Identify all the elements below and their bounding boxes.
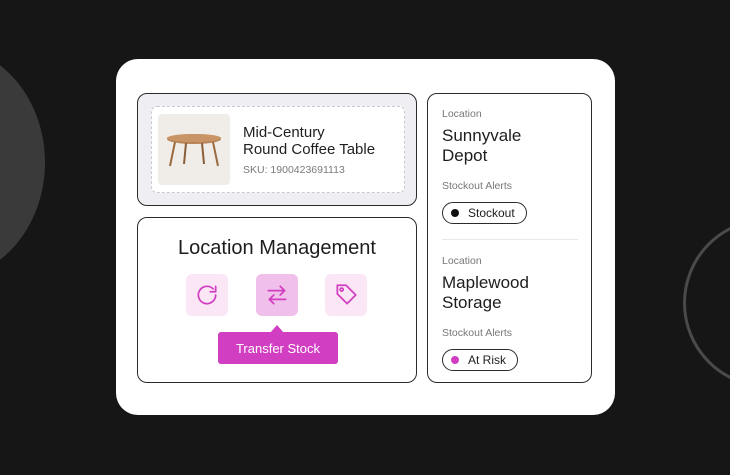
stockout-alerts-label: Stockout Alerts <box>442 327 513 339</box>
background-ring-right <box>683 218 730 388</box>
location-label: Location <box>442 108 482 120</box>
locations-panel: Location Sunnyvale Depot Stockout Alerts… <box>427 93 592 383</box>
location-management-panel: Location Management Transfer Stock <box>137 217 417 383</box>
product-panel[interactable]: Mid-Century Round Coffee Table SKU: 1900… <box>137 93 417 206</box>
status-text: At Risk <box>468 353 507 367</box>
product-details: Mid-Century Round Coffee Table SKU: 1900… <box>243 124 375 176</box>
tag-button[interactable] <box>325 274 367 316</box>
inventory-card: Mid-Century Round Coffee Table SKU: 1900… <box>116 59 615 415</box>
coffee-table-icon <box>167 133 221 166</box>
product-sku: SKU: 1900423691113 <box>243 163 345 176</box>
status-dot <box>451 209 459 217</box>
product-item[interactable]: Mid-Century Round Coffee Table SKU: 1900… <box>151 106 405 193</box>
status-badge[interactable]: At Risk <box>442 349 519 371</box>
refresh-button[interactable] <box>186 274 228 316</box>
tag-icon <box>336 284 357 305</box>
status-text: Stockout <box>468 206 515 220</box>
transfer-stock-tooltip: Transfer Stock <box>218 332 338 364</box>
location-name: Maplewood Storage <box>442 273 529 312</box>
product-name: Mid-Century Round Coffee Table <box>243 123 376 158</box>
refresh-icon <box>197 285 217 305</box>
location-item[interactable]: Location Maplewood Storage Stockout Aler… <box>442 255 529 371</box>
location-name: Sunnyvale Depot <box>442 126 522 165</box>
product-image <box>158 114 230 185</box>
divider <box>442 239 578 240</box>
transfer-arrows-icon <box>267 285 287 305</box>
status-dot <box>451 356 459 364</box>
stage: Mid-Century Round Coffee Table SKU: 1900… <box>0 0 730 475</box>
location-label: Location <box>442 255 482 267</box>
stockout-alerts-label: Stockout Alerts <box>442 180 513 192</box>
transfer-stock-button[interactable] <box>256 274 298 316</box>
location-item[interactable]: Location Sunnyvale Depot Stockout Alerts… <box>442 108 527 224</box>
background-circle-left <box>0 45 45 280</box>
status-badge[interactable]: Stockout <box>442 202 527 224</box>
location-management-title: Location Management <box>178 237 376 259</box>
